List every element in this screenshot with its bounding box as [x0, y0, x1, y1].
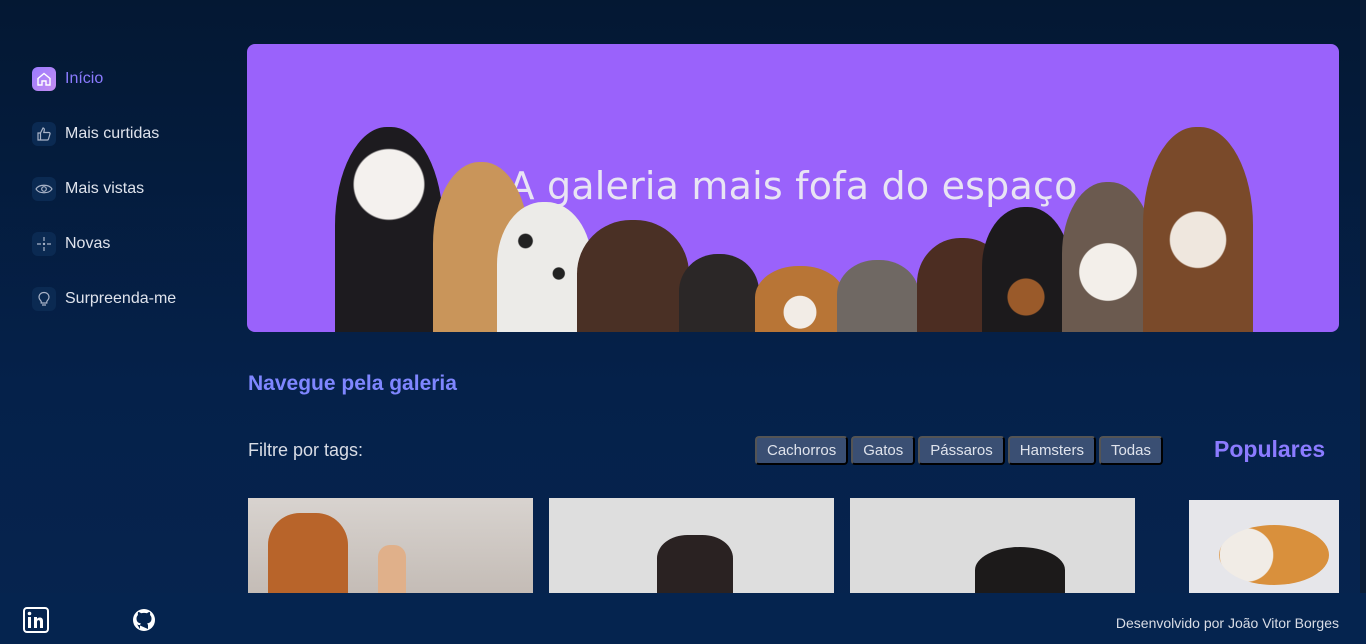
- tag-hamsters[interactable]: Hamsters: [1007, 436, 1096, 465]
- tag-passaros[interactable]: Pássaros: [918, 436, 1005, 465]
- filter-label: Filtre por tags:: [248, 440, 364, 460]
- gallery-title: Navegue pela galeria: [248, 372, 457, 395]
- sidebar-item-label: Mais curtidas: [65, 125, 160, 142]
- tag-gatos[interactable]: Gatos: [851, 436, 916, 465]
- lightbulb-icon: [32, 287, 56, 311]
- sidebar-item-label: Novas: [65, 235, 111, 252]
- sidebar: Início Mais curtidas Mais vistas Novas S…: [32, 66, 222, 341]
- sparkle-icon: [32, 232, 56, 256]
- sidebar-item-mais-curtidas[interactable]: Mais curtidas: [32, 121, 222, 147]
- popular-image[interactable]: [1189, 500, 1339, 593]
- sidebar-item-surpreenda-me[interactable]: Surpreenda-me: [32, 286, 222, 312]
- tag-todas[interactable]: Todas: [1098, 436, 1163, 465]
- github-icon[interactable]: [131, 607, 157, 633]
- home-icon: [32, 67, 56, 91]
- footer: Desenvolvido por João Vitor Borges: [0, 593, 1366, 644]
- gallery-image[interactable]: [248, 498, 533, 593]
- tag-list: Cachorros Gatos Pássaros Hamsters Todas: [755, 436, 1163, 465]
- eye-icon: [32, 177, 56, 201]
- sidebar-item-inicio[interactable]: Início: [32, 66, 222, 92]
- scrollbar[interactable]: [1360, 0, 1366, 593]
- hero-banner: A galeria mais fofa do espaço: [247, 44, 1339, 332]
- footer-credit: Desenvolvido por João Vitor Borges: [1115, 615, 1339, 631]
- sidebar-item-label: Surpreenda-me: [65, 290, 177, 307]
- tag-cachorros[interactable]: Cachorros: [755, 436, 849, 465]
- sidebar-item-mais-vistas[interactable]: Mais vistas: [32, 176, 222, 202]
- popular-title: Populares: [1214, 436, 1326, 462]
- sidebar-item-novas[interactable]: Novas: [32, 231, 222, 257]
- thumbs-up-icon: [32, 122, 56, 146]
- gallery-image[interactable]: [850, 498, 1135, 593]
- gallery-image[interactable]: [549, 498, 834, 593]
- sidebar-item-label: Início: [65, 70, 104, 87]
- sidebar-item-label: Mais vistas: [65, 180, 145, 197]
- linkedin-icon[interactable]: [23, 607, 49, 633]
